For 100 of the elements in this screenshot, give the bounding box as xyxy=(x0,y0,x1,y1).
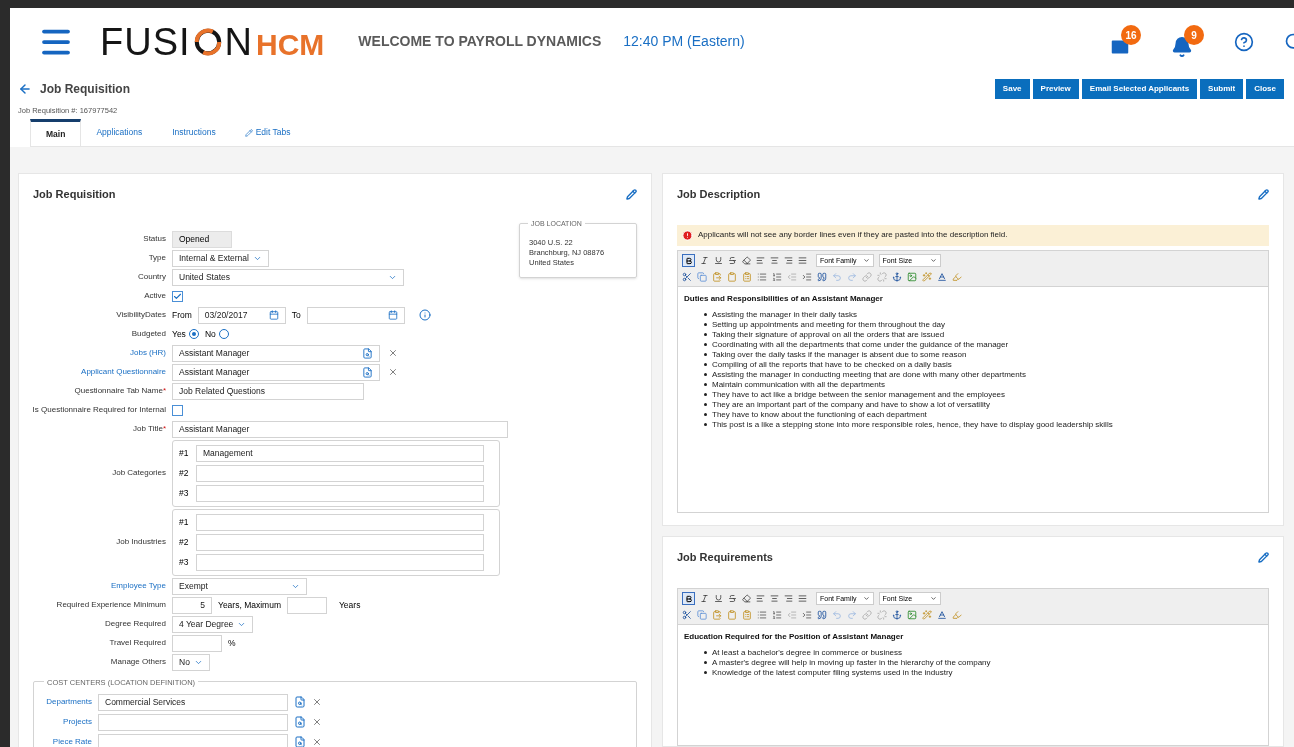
underline-icon[interactable] xyxy=(714,256,723,266)
align-left-icon[interactable] xyxy=(756,594,765,604)
dropdown[interactable]: No xyxy=(172,653,210,671)
dropdown[interactable]: United States xyxy=(172,268,404,286)
tab[interactable]: Instructions xyxy=(157,119,231,147)
clear-icon[interactable] xyxy=(388,367,398,378)
italic-icon[interactable] xyxy=(700,594,709,604)
dropdown[interactable]: 4 Year Degree xyxy=(172,615,254,633)
radio-option[interactable]: Yes xyxy=(172,327,199,341)
text-field[interactable] xyxy=(196,553,484,571)
edit-icon[interactable] xyxy=(1258,189,1269,200)
tab[interactable]: Applications xyxy=(81,119,158,147)
wand-icon[interactable] xyxy=(922,609,932,620)
edit-icon[interactable] xyxy=(1258,552,1269,563)
paste-icon[interactable] xyxy=(712,609,722,620)
lookup-icon[interactable] xyxy=(362,366,373,378)
action-button[interactable]: Preview xyxy=(1032,79,1079,99)
lookup-icon[interactable] xyxy=(294,736,306,747)
radio-option[interactable]: No xyxy=(204,327,229,341)
image-icon[interactable] xyxy=(907,271,917,282)
text-color-icon[interactable] xyxy=(937,609,947,620)
underline-icon[interactable] xyxy=(714,594,723,604)
lookup-icon[interactable] xyxy=(294,696,306,709)
eraser-icon[interactable] xyxy=(742,594,751,604)
clear-icon[interactable] xyxy=(388,348,398,359)
lookup-field[interactable]: Assistant Manager xyxy=(172,363,380,381)
bold-icon[interactable] xyxy=(682,254,695,268)
clipboard-icon[interactable] xyxy=(727,609,737,620)
action-button[interactable]: Email Selected Applicants xyxy=(1081,79,1198,99)
align-justify-icon[interactable] xyxy=(798,594,807,604)
anchor-icon[interactable] xyxy=(892,609,902,620)
eraser-icon[interactable] xyxy=(742,256,751,266)
action-button[interactable]: Submit xyxy=(1200,79,1244,99)
lookup-icon[interactable] xyxy=(294,716,306,729)
align-justify-icon[interactable] xyxy=(798,256,807,266)
lookup-icon[interactable] xyxy=(362,347,373,359)
number-field[interactable]: 5 xyxy=(172,596,212,614)
highlight-icon[interactable] xyxy=(952,609,962,620)
highlight-icon[interactable] xyxy=(952,271,962,282)
bullet-list-icon[interactable] xyxy=(757,271,767,282)
info-icon[interactable] xyxy=(418,309,431,322)
date-field[interactable]: 03/20/2017 xyxy=(197,306,286,324)
text-field[interactable]: Management xyxy=(196,444,484,462)
lookup-field[interactable]: Commercial Services xyxy=(98,693,288,711)
clear-icon[interactable] xyxy=(312,697,322,708)
help-icon[interactable] xyxy=(1234,31,1254,52)
bold-icon[interactable] xyxy=(682,592,695,606)
paste-icon[interactable] xyxy=(712,271,722,282)
text-field[interactable]: Assistant Manager xyxy=(172,420,508,438)
text-field[interactable] xyxy=(196,533,484,551)
copy-icon[interactable] xyxy=(697,271,707,282)
lookup-field[interactable]: Assistant Manager xyxy=(172,344,380,362)
wand-icon[interactable] xyxy=(922,271,932,282)
lookup-field[interactable] xyxy=(98,713,288,731)
strikethrough-icon[interactable] xyxy=(728,256,737,266)
indent-icon[interactable] xyxy=(802,271,812,282)
edit-icon[interactable] xyxy=(626,189,637,200)
cut-icon[interactable] xyxy=(682,271,692,282)
text-field[interactable] xyxy=(196,484,484,502)
numbered-list-icon[interactable] xyxy=(772,609,782,620)
numbered-list-icon[interactable] xyxy=(772,271,782,282)
number-field[interactable] xyxy=(172,634,222,652)
dropdown[interactable]: Exempt xyxy=(172,577,307,595)
action-button[interactable]: Close xyxy=(1246,79,1284,99)
clear-icon[interactable] xyxy=(312,737,322,747)
date-field[interactable] xyxy=(306,306,405,324)
clear-icon[interactable] xyxy=(312,717,322,728)
anchor-icon[interactable] xyxy=(892,271,902,282)
clipboard-icon[interactable] xyxy=(742,609,752,620)
bullet-list-icon[interactable] xyxy=(757,609,767,620)
align-right-icon[interactable] xyxy=(784,256,793,266)
image-icon[interactable] xyxy=(907,609,917,620)
strikethrough-icon[interactable] xyxy=(728,594,737,604)
checkbox[interactable] xyxy=(172,404,183,416)
bullet-icon xyxy=(704,313,707,317)
back-icon[interactable] xyxy=(18,82,32,96)
clipboard-icon[interactable] xyxy=(742,271,752,282)
lookup-field[interactable] xyxy=(98,733,288,747)
align-center-icon[interactable] xyxy=(770,256,779,266)
action-button[interactable]: Save xyxy=(994,79,1030,99)
align-left-icon[interactable] xyxy=(756,256,765,266)
bullet-icon xyxy=(704,353,707,357)
number-field[interactable] xyxy=(287,596,327,614)
checkbox[interactable] xyxy=(172,290,183,302)
italic-icon[interactable] xyxy=(700,256,709,266)
align-right-icon[interactable] xyxy=(784,594,793,604)
edit-tabs-link[interactable]: Edit Tabs xyxy=(230,119,305,147)
text-field[interactable]: Job Related Questions xyxy=(172,382,364,400)
text-field[interactable] xyxy=(196,464,484,482)
quote-icon[interactable] xyxy=(817,609,827,620)
quote-icon[interactable] xyxy=(817,271,827,282)
clipboard-icon[interactable] xyxy=(727,271,737,282)
text-color-icon[interactable] xyxy=(937,271,947,282)
cut-icon[interactable] xyxy=(682,609,692,620)
text-field[interactable] xyxy=(196,513,484,531)
indent-icon[interactable] xyxy=(802,609,812,620)
tab[interactable]: Main xyxy=(30,119,82,147)
dropdown[interactable]: Internal & External xyxy=(172,249,269,267)
align-center-icon[interactable] xyxy=(770,594,779,604)
copy-icon[interactable] xyxy=(697,609,707,620)
